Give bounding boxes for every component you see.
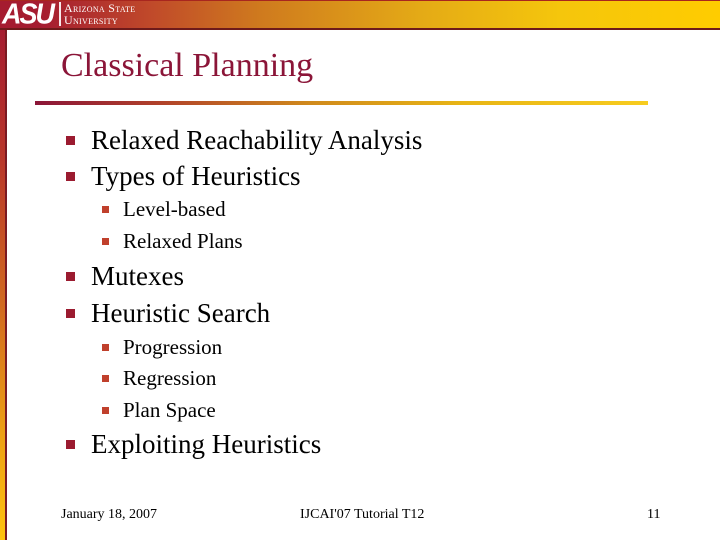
bullet-text: Level-based xyxy=(123,197,226,221)
header-bar: ASU Arizona State University xyxy=(0,0,720,30)
sub-bullet-item: Level-based xyxy=(102,196,226,222)
bullet-text: Relaxed Plans xyxy=(123,229,243,253)
bullet-text: Relaxed Reachability Analysis xyxy=(91,125,423,155)
bullet-item: Relaxed Reachability Analysis xyxy=(66,124,422,156)
square-bullet-icon xyxy=(102,238,109,245)
bullet-text: Heuristic Search xyxy=(91,298,271,328)
bullet-item: Exploiting Heuristics xyxy=(66,428,321,460)
title-underline xyxy=(35,101,648,105)
bullet-item: Heuristic Search xyxy=(66,297,270,329)
asu-logo: ASU Arizona State University xyxy=(2,0,135,30)
bullet-text: Exploiting Heuristics xyxy=(91,429,322,459)
bullet-item: Mutexes xyxy=(66,260,184,292)
logo-line-2: University xyxy=(64,13,118,27)
bullet-text: Progression xyxy=(123,335,223,359)
square-bullet-icon xyxy=(66,172,75,181)
sub-bullet-item: Progression xyxy=(102,334,222,360)
bullet-text: Regression xyxy=(123,366,217,390)
square-bullet-icon xyxy=(66,309,75,318)
sub-bullet-item: Relaxed Plans xyxy=(102,228,243,254)
square-bullet-icon xyxy=(102,344,109,351)
bullet-text: Plan Space xyxy=(123,398,216,422)
footer-date: January 18, 2007 xyxy=(61,507,158,522)
square-bullet-icon xyxy=(102,375,109,382)
slide-number: 11 xyxy=(647,507,661,522)
square-bullet-icon xyxy=(66,136,75,145)
bullet-text: Mutexes xyxy=(91,261,184,291)
bullet-text: Types of Heuristics xyxy=(91,161,301,191)
asu-logo-mark: ASU xyxy=(2,0,55,30)
bullet-item: Types of Heuristics xyxy=(66,160,301,192)
sub-bullet-item: Regression xyxy=(102,365,216,391)
sub-bullet-item: Plan Space xyxy=(102,397,216,423)
square-bullet-icon xyxy=(102,206,109,213)
logo-wordmark: Arizona State University xyxy=(64,2,135,26)
slide-title: Classical Planning xyxy=(61,47,314,84)
logo-divider xyxy=(59,2,62,26)
square-bullet-icon xyxy=(102,407,109,414)
square-bullet-icon xyxy=(66,272,75,281)
footer-event: IJCAI'07 Tutorial T12 xyxy=(300,507,425,522)
left-accent-bar xyxy=(0,30,7,540)
square-bullet-icon xyxy=(66,440,75,449)
